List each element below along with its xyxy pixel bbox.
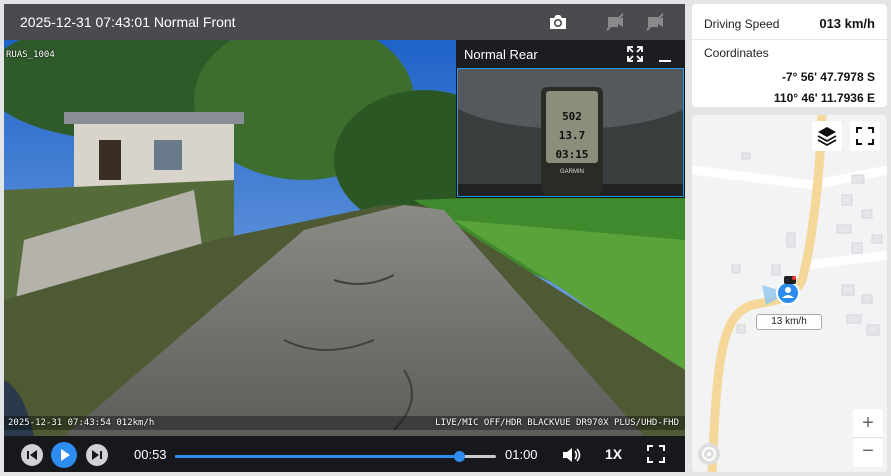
divider (692, 39, 887, 40)
fullscreen-icon (856, 127, 874, 145)
gps-brand: GARMIN (560, 169, 584, 175)
player-topbar: 2025-12-31 07:43:01 Normal Front (4, 4, 685, 40)
zoom-control: + − (853, 409, 883, 467)
trip-info-panel: Driving Speed 013 km/h Coordinates -7° 5… (692, 4, 887, 107)
rear-video-frame: 502 13.7 03:15 GARMIN (457, 68, 684, 197)
play-button[interactable] (51, 442, 77, 468)
playback-controls: 00:53 01:00 1X (4, 436, 685, 472)
coordinates-label: Coordinates (704, 46, 769, 60)
hide-rear-camera-icon[interactable] (644, 11, 666, 33)
layers-icon (817, 127, 837, 147)
pip-header: Normal Rear (456, 40, 685, 68)
gps-readout: 502 13.7 03:15 (550, 107, 594, 164)
zoom-in-button[interactable]: + (853, 409, 883, 438)
map-panel[interactable]: 13 km/h + − (692, 115, 887, 472)
vehicle-position-marker[interactable] (758, 275, 800, 316)
osd-camera-id: RUAS_1004 (6, 50, 55, 60)
zoom-out-button[interactable]: − (853, 438, 883, 467)
fullscreen-icon[interactable] (646, 444, 666, 469)
expand-icon[interactable] (626, 45, 644, 68)
latitude-value: -7° 56' 47.7978 S (781, 70, 875, 84)
map-fullscreen-button[interactable] (850, 121, 880, 151)
next-button[interactable] (86, 444, 108, 466)
gps-value-2: 13.7 (558, 129, 586, 142)
pip-title: Normal Rear (464, 47, 538, 62)
progress-slider[interactable] (175, 451, 496, 462)
progress-thumb[interactable] (453, 451, 465, 462)
map-speed-tag: 13 km/h (756, 314, 822, 330)
map-logo-icon (698, 443, 720, 465)
longitude-value: 110° 46' 11.7936 E (773, 91, 875, 105)
driving-speed-label: Driving Speed (704, 17, 780, 31)
hide-front-camera-icon[interactable] (604, 11, 626, 33)
total-time: 01:00 (505, 447, 538, 462)
volume-icon[interactable] (560, 444, 582, 471)
gps-value-3: 03:15 (555, 148, 589, 161)
front-video-frame[interactable]: RUAS_1004 2025-12-31 07:43:54 012km/h LI… (4, 40, 685, 436)
driving-speed-value: 013 km/h (819, 16, 875, 31)
gps-value-1: 502 (562, 110, 582, 123)
current-time: 00:53 (134, 447, 167, 462)
video-player: 2025-12-31 07:43:01 Normal Front RUAS_10… (4, 4, 685, 472)
playback-speed-button[interactable]: 1X (605, 446, 622, 462)
player-title: 2025-12-31 07:43:01 Normal Front (20, 14, 236, 30)
previous-button[interactable] (21, 444, 43, 466)
map-layers-button[interactable] (812, 121, 842, 151)
rear-camera-pip[interactable]: Normal Rear 502 13.7 03:15 GARMIN (456, 40, 685, 198)
osd-device-info: LIVE/MIC OFF/HDR BLACKVUE DR970X PLUS/UH… (435, 418, 679, 428)
minimize-icon[interactable] (656, 45, 674, 68)
osd-bar: 2025-12-31 07:43:54 012km/h LIVE/MIC OFF… (4, 416, 685, 430)
progress-fill (175, 455, 459, 458)
osd-timestamp-speed: 2025-12-31 07:43:54 012km/h (8, 418, 155, 428)
camera-icon[interactable] (547, 11, 569, 33)
